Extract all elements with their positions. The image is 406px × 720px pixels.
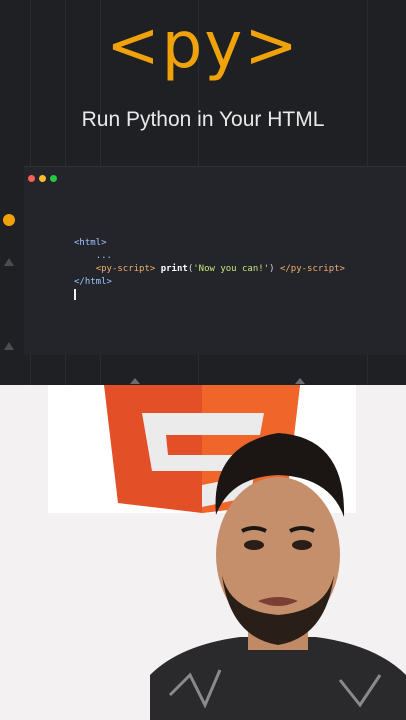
maximize-dot-icon[interactable] (50, 175, 57, 182)
page-subtitle: Run Python in Your HTML (81, 108, 325, 131)
code-block: <html> ... <py-script> print('Now you ca… (74, 237, 345, 302)
triangle-icon (4, 258, 14, 266)
code-string: 'Now you can!' (193, 264, 270, 274)
code-line-html-close: </html> (74, 277, 112, 287)
video-top-panel: <py> Run Python in Your HTML <html> ... … (0, 0, 406, 385)
close-dot-icon[interactable] (28, 175, 35, 182)
text-cursor (74, 289, 76, 300)
code-line-ellipsis: ... (95, 251, 112, 261)
code-print-fn: print (160, 264, 188, 274)
code-py-script-close: </py-script> (279, 264, 345, 274)
pyscript-logo: <py> (106, 9, 300, 83)
orange-dot-icon (3, 214, 15, 226)
code-py-script-open: <py-script> (95, 264, 156, 274)
person-avatar (150, 433, 406, 720)
timeline-ticks (130, 378, 305, 384)
code-editor-window: <html> ... <py-script> print('Now you ca… (24, 166, 406, 355)
video-bottom-panel (0, 385, 406, 720)
minimize-dot-icon[interactable] (39, 175, 46, 182)
code-paren-close: ) (269, 264, 275, 274)
code-line-html-open: <html> (74, 238, 107, 248)
triangle-icon (4, 342, 14, 350)
